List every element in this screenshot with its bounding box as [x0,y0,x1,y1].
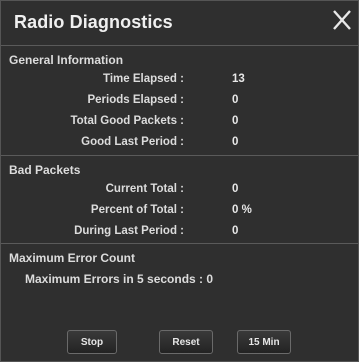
row-label: Total Good Packets : [70,115,184,127]
time-elapsed-row: Time Elapsed : 13 [1,73,358,89]
section-title: Maximum Error Count [9,251,136,265]
row-label: Current Total : [105,183,184,195]
row-label: During Last Period : [74,225,184,237]
reset-button[interactable]: Reset [159,330,213,354]
bad-packets-section: Bad Packets Current Total : 0 Percent of… [1,155,358,240]
row-value: 0 [232,115,239,127]
row-label: Percent of Total : [90,204,184,216]
title-bar: Radio Diagnostics [1,1,358,45]
max-errors-line: Maximum Errors in 5 seconds : 0 [25,272,214,286]
dialog-title: Radio Diagnostics [14,12,173,32]
row-label: Time Elapsed : [103,73,184,85]
close-icon[interactable] [330,7,354,33]
radio-diagnostics-dialog: Radio Diagnostics General Information Ti… [0,0,359,362]
total-good-packets-row: Total Good Packets : 0 [1,115,358,131]
current-total-row: Current Total : 0 [1,183,358,199]
row-value: 0 % [232,204,252,216]
general-information-section: General Information Time Elapsed : 13 Pe… [1,45,358,152]
row-value: 0 [232,183,239,195]
section-title: General Information [9,53,124,67]
percent-of-total-row: Percent of Total : 0 % [1,204,358,220]
row-label: Periods Elapsed : [87,94,184,106]
periods-elapsed-row: Periods Elapsed : 0 [1,94,358,110]
row-label: Good Last Period : [81,136,184,148]
row-value: 0 [232,225,239,237]
good-last-period-row: Good Last Period : 0 [1,136,358,152]
stop-button[interactable]: Stop [67,330,117,354]
15-min-button[interactable]: 15 Min [237,330,291,354]
during-last-period-row: During Last Period : 0 [1,225,358,241]
row-value: 0 [232,94,239,106]
row-value: 0 [232,136,239,148]
section-title: Bad Packets [9,163,81,177]
row-value: 13 [232,73,245,85]
